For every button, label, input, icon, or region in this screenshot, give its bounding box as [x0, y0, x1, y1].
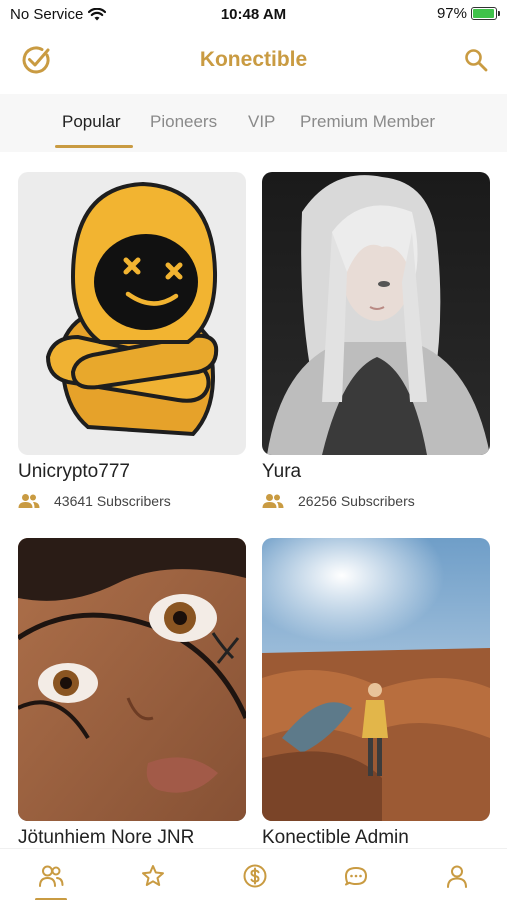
creator-avatar-image[interactable]	[18, 172, 246, 455]
creator-name[interactable]: Konectible Admin	[262, 827, 490, 849]
people-icon	[18, 494, 40, 508]
creator-name[interactable]: Yura	[262, 461, 490, 483]
battery-level	[473, 9, 495, 18]
subscriber-count: 26256 Subscribers	[262, 493, 490, 509]
clock: 10:48 AM	[220, 6, 287, 23]
chat-icon[interactable]	[343, 863, 369, 889]
tab-pioneers[interactable]: Pioneers	[150, 112, 217, 132]
creator-avatar-image[interactable]	[262, 172, 490, 455]
subscriber-count-text: 26256 Subscribers	[298, 493, 415, 509]
creator-avatar-image[interactable]	[18, 538, 246, 821]
bottom-navigation	[0, 848, 507, 900]
category-tabs: Popular Pioneers VIP Premium Member	[0, 94, 507, 152]
search-icon[interactable]	[463, 47, 489, 73]
creator-card[interactable]: Konectible Admin	[262, 538, 490, 849]
battery-percent: 97%	[436, 5, 467, 22]
dollar-icon[interactable]	[242, 863, 268, 889]
tab-premium-member[interactable]: Premium Member	[300, 112, 435, 132]
creator-card[interactable]: Unicrypto777 43641 Subscribers	[18, 172, 246, 509]
creator-card[interactable]: Jötunhiem Nore JNR	[18, 538, 246, 849]
creator-name[interactable]: Jötunhiem Nore JNR	[18, 827, 246, 849]
creator-avatar-image[interactable]	[262, 538, 490, 821]
profile-icon[interactable]	[444, 863, 470, 889]
app-title: Konectible	[199, 48, 308, 71]
battery-icon	[471, 7, 500, 20]
battery-group: 97%	[436, 5, 500, 22]
status-bar: No Service 10:48 AM 97%	[0, 0, 507, 30]
people-icon	[262, 494, 284, 508]
app-header: Konectible	[0, 30, 507, 94]
subscriber-count: 43641 Subscribers	[18, 493, 246, 509]
tab-vip[interactable]: VIP	[248, 112, 275, 132]
tab-popular[interactable]: Popular	[62, 112, 121, 132]
creator-name[interactable]: Unicrypto777	[18, 461, 246, 483]
creator-card[interactable]: Yura 26256 Subscribers	[262, 172, 490, 509]
active-tab-indicator	[55, 145, 133, 148]
people-icon[interactable]	[38, 863, 64, 889]
star-icon[interactable]	[140, 863, 166, 889]
subscriber-count-text: 43641 Subscribers	[54, 493, 171, 509]
